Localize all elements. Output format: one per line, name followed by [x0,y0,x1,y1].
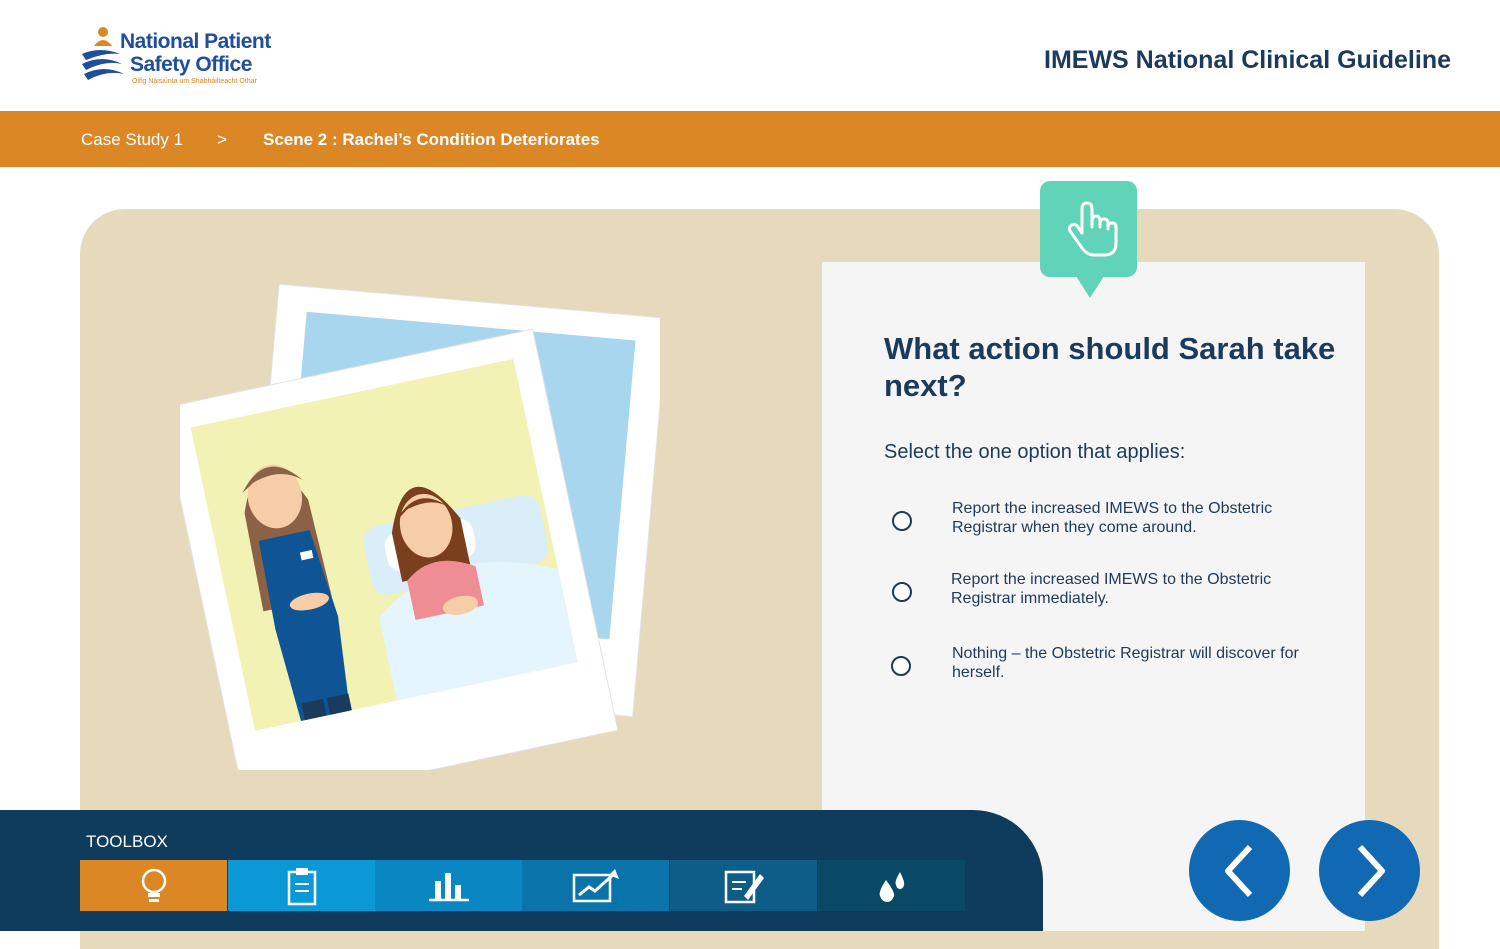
answer-option-label[interactable]: Report the increased IMEWS to the Obstet… [951,570,1331,608]
tool-bar-chart-button[interactable] [375,860,522,911]
tool-droplets-button[interactable] [818,860,965,911]
answer-option-label[interactable]: Nothing – the Obstetric Registrar will d… [952,644,1332,682]
trend-chart-icon [572,868,619,902]
previous-button[interactable] [1189,820,1290,921]
droplets-icon [879,871,904,902]
notepad-pencil-icon [724,870,764,903]
scene-illustration [160,280,669,810]
header: National Patient Safety Office Oifig Nái… [0,0,1500,111]
chevron-left-icon [1224,844,1252,897]
logo-line-1: National Patient [120,30,271,53]
radio-button[interactable] [891,656,911,676]
national-patient-safety-office-logo: National Patient Safety Office Oifig Nái… [80,24,280,94]
radio-button[interactable] [892,511,912,531]
tool-clipboard-button[interactable] [228,860,375,911]
question-title: What action should Sarah take next? [884,331,1336,403]
interaction-badge [1040,181,1137,277]
tool-trend-chart-button[interactable] [522,860,669,911]
radio-button[interactable] [892,582,912,602]
toolbox-label: TOOLBOX [86,832,168,851]
badge-pointer [1076,276,1104,298]
question-instruction: Select the one option that applies: [884,441,1186,463]
chevron-right-icon [1357,844,1385,897]
toolbox: TOOLBOX [0,810,1043,931]
breadcrumb-case[interactable]: Case Study 1 [81,130,183,150]
app-title: IMEWS National Clinical Guideline [1044,46,1451,74]
answer-option-label[interactable]: Report the increased IMEWS to the Obstet… [952,499,1332,537]
next-button[interactable] [1319,820,1420,921]
tool-notepad-button[interactable] [670,860,817,911]
breadcrumb: Case Study 1 > Scene 2 : Rachel’s Condit… [0,111,1500,167]
hand-pointer-icon [1067,201,1118,257]
clipboard-icon [287,867,316,905]
logo-tagline: Oifig Náisiúnta um Shábháilteacht Othar [132,78,257,85]
lightbulb-icon [141,868,166,902]
breadcrumb-separator: > [217,130,227,149]
tool-lightbulb-button[interactable] [80,860,227,911]
logo-line-2: Safety Office [130,53,252,76]
breadcrumb-scene: Scene 2 : Rachel’s Condition Deteriorate… [263,130,600,149]
bar-chart-icon [428,872,469,901]
